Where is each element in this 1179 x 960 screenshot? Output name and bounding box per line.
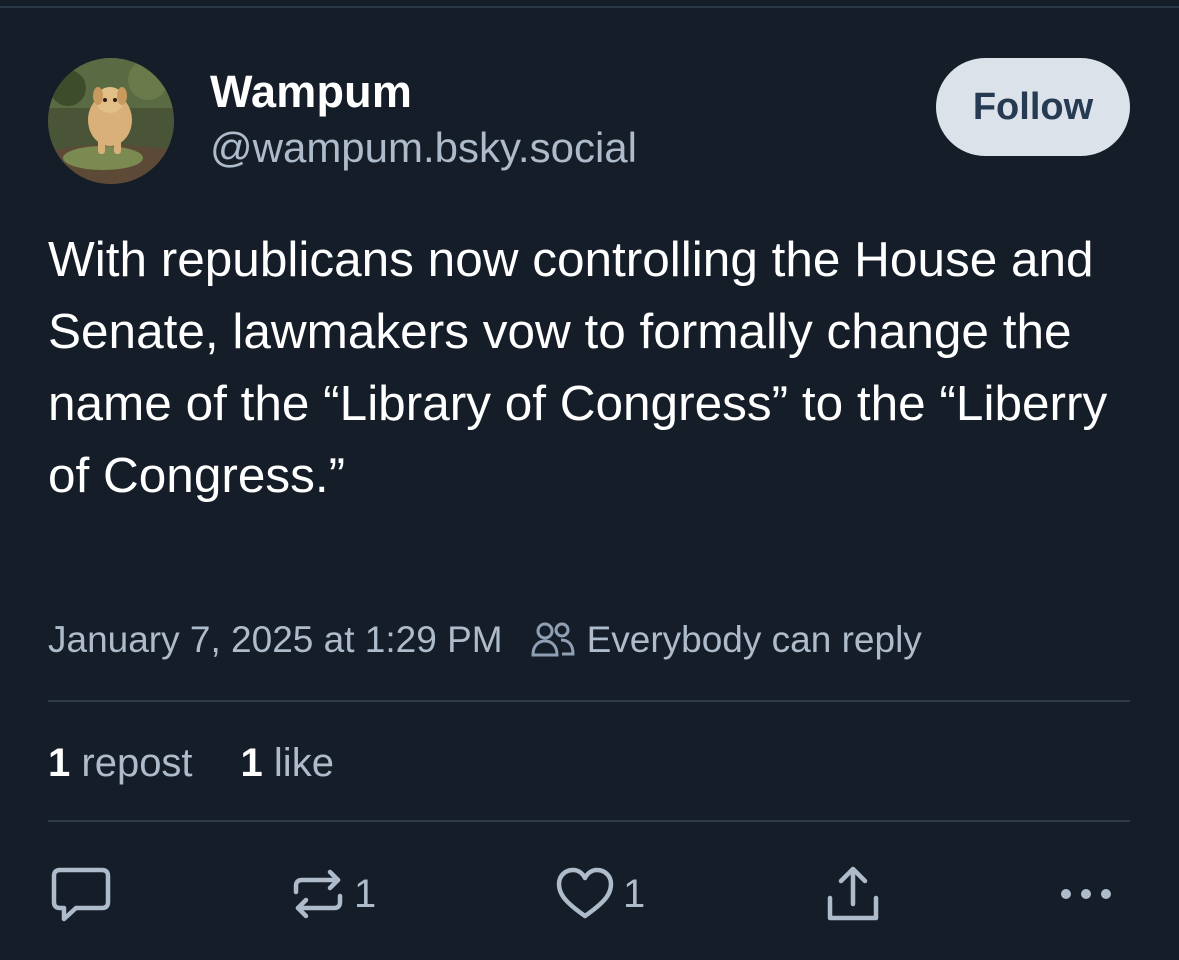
repost-button[interactable]: 1 bbox=[290, 862, 376, 926]
follow-button[interactable]: Follow bbox=[936, 58, 1130, 156]
like-button[interactable]: 1 bbox=[555, 862, 645, 926]
share-button[interactable] bbox=[824, 862, 882, 926]
likes-label: like bbox=[273, 740, 334, 785]
comment-icon bbox=[51, 867, 111, 922]
reposts-stat[interactable]: 1 repost bbox=[48, 741, 193, 786]
post-text: With republicans now controlling the Hou… bbox=[48, 232, 1108, 503]
more-button[interactable] bbox=[1058, 862, 1114, 926]
reposts-label: repost bbox=[81, 740, 193, 785]
like-count: 1 bbox=[623, 871, 646, 916]
post-stats: 1 repost 1 like bbox=[48, 735, 334, 791]
repost-icon bbox=[293, 869, 343, 919]
post-timestamp[interactable]: January 7, 2025 at 1:29 PM bbox=[48, 619, 503, 661]
divider bbox=[48, 700, 1130, 702]
action-bar: 1 1 bbox=[0, 862, 1179, 926]
heart-icon bbox=[556, 867, 614, 919]
author-display-name[interactable]: Wampum bbox=[210, 66, 412, 118]
likes-count: 1 bbox=[240, 740, 263, 785]
repost-count: 1 bbox=[354, 871, 377, 916]
share-icon bbox=[827, 866, 879, 921]
more-icon bbox=[1061, 889, 1111, 899]
author-handle[interactable]: @wampum.bsky.social bbox=[210, 124, 637, 172]
author-avatar[interactable] bbox=[48, 58, 174, 184]
people-icon bbox=[531, 622, 575, 657]
top-divider bbox=[0, 6, 1179, 8]
dog-photo-avatar-icon bbox=[48, 58, 174, 184]
reply-setting[interactable]: Everybody can reply bbox=[587, 619, 922, 661]
post-meta: January 7, 2025 at 1:29 PM Everybody can… bbox=[48, 612, 922, 668]
reply-button[interactable] bbox=[50, 862, 112, 926]
likes-stat[interactable]: 1 like bbox=[241, 741, 334, 786]
reposts-count: 1 bbox=[48, 740, 71, 785]
divider bbox=[48, 820, 1130, 822]
